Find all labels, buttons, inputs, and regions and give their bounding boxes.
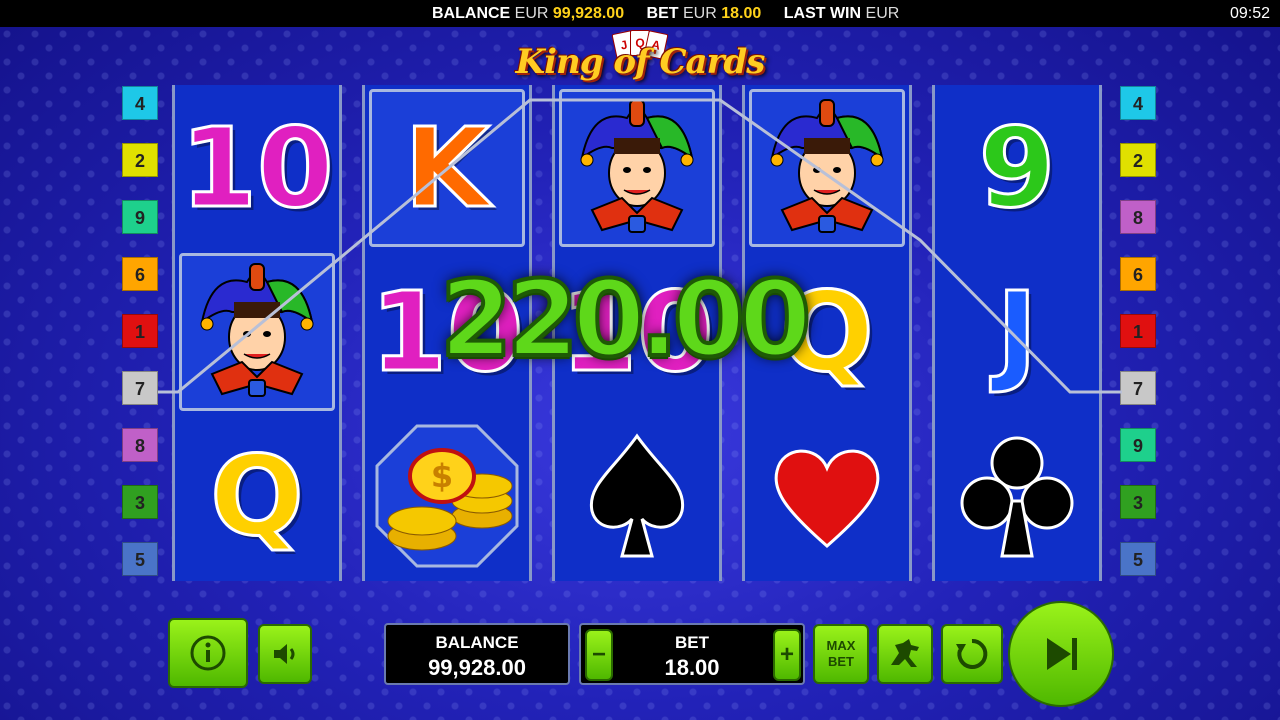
- payline-indicator-right[interactable]: 3: [1120, 485, 1156, 519]
- bet-panel-label: BET: [675, 633, 709, 652]
- reel-5: 9J: [932, 85, 1102, 581]
- logo-text: King of Cards: [515, 42, 766, 82]
- balance-panel: BALANCE 99,928.00: [384, 623, 570, 685]
- status-bar: BALANCE EUR 99,928.00 BET EUR 18.00 LAST…: [0, 0, 1280, 27]
- bet-decrease-button[interactable]: −: [585, 629, 613, 681]
- reel-symbol: $: [369, 417, 525, 575]
- payline-indicator-left[interactable]: 5: [122, 542, 158, 576]
- reel-symbol: [179, 253, 335, 411]
- bet-label: BET: [646, 5, 679, 22]
- info-icon: [190, 635, 226, 671]
- bet-currency: EUR: [683, 5, 717, 22]
- joker-icon: [200, 263, 314, 397]
- payline-indicator-right[interactable]: 7: [1120, 371, 1156, 405]
- payline-indicator-right[interactable]: 4: [1120, 86, 1156, 120]
- reel-symbol: K: [369, 89, 525, 247]
- topbar-last-win: LAST WIN EUR: [784, 5, 900, 22]
- card-rank-10: 10: [179, 104, 335, 232]
- max-bet-button[interactable]: MAX BET: [813, 624, 869, 684]
- bet-panel: − BET 18.00 +: [579, 623, 805, 685]
- spin-button[interactable]: [1008, 601, 1114, 707]
- reel-symbol: [559, 89, 715, 247]
- gamble-button[interactable]: [877, 624, 933, 684]
- payline-indicator-left[interactable]: 7: [122, 371, 158, 405]
- heart-icon: [774, 449, 880, 548]
- balance-label: BALANCE: [432, 5, 511, 22]
- gold-coins-icon: $: [375, 424, 519, 568]
- payline-indicator-right[interactable]: 8: [1120, 200, 1156, 234]
- balance-panel-value: 99,928.00: [428, 655, 526, 680]
- payline-indicator-right[interactable]: 1: [1120, 314, 1156, 348]
- reel-symbol: J: [939, 253, 1095, 411]
- last-win-currency: EUR: [865, 5, 900, 22]
- reel-symbol: Q: [179, 417, 335, 575]
- club-icon: [960, 436, 1074, 558]
- reel-symbol: [749, 89, 905, 247]
- card-rank-J: J: [995, 268, 1039, 396]
- clock: 09:52: [1229, 5, 1270, 22]
- payline-indicator-left[interactable]: 9: [122, 200, 158, 234]
- balance-value: 99,928.00: [552, 5, 625, 22]
- spade-icon: [589, 433, 685, 558]
- payline-indicator-left[interactable]: 2: [122, 143, 158, 177]
- last-win-label: LAST WIN: [783, 5, 862, 22]
- reel-symbol: [559, 417, 715, 575]
- reel-1: 10 Q: [172, 85, 342, 581]
- payline-indicator-left[interactable]: 6: [122, 257, 158, 291]
- horse-icon: [891, 639, 919, 667]
- card-rank-Q: Q: [209, 432, 306, 560]
- reel-symbol: 9: [939, 89, 1095, 247]
- reel-symbol: [749, 417, 905, 575]
- speaker-icon: [274, 644, 295, 664]
- balance-currency: EUR: [514, 5, 549, 22]
- svg-text:$: $: [431, 457, 453, 495]
- payline-indicator-left[interactable]: 8: [122, 428, 158, 462]
- play-icon: [1047, 638, 1077, 670]
- payline-indicator-left[interactable]: 4: [122, 86, 158, 120]
- payline-indicator-right[interactable]: 9: [1120, 428, 1156, 462]
- reel-symbol: [939, 417, 1095, 575]
- topbar-balance: BALANCE EUR 99,928.00: [432, 5, 629, 22]
- bet-increase-button[interactable]: +: [773, 629, 801, 681]
- card-rank-9: 9: [977, 104, 1057, 232]
- reel-symbol: 10: [179, 89, 335, 247]
- payline-indicator-right[interactable]: 2: [1120, 143, 1156, 177]
- card-rank-K: K: [403, 104, 491, 232]
- payline-indicator-left[interactable]: 1: [122, 314, 158, 348]
- sound-button[interactable]: [258, 624, 312, 684]
- topbar-bet: BET EUR 18.00: [647, 5, 766, 22]
- bet-value: 18.00: [721, 5, 762, 22]
- payline-indicator-right[interactable]: 6: [1120, 257, 1156, 291]
- info-button[interactable]: [168, 618, 248, 688]
- payline-indicator-right[interactable]: 5: [1120, 542, 1156, 576]
- bet-panel-value: 18.00: [664, 655, 720, 680]
- balance-panel-label: BALANCE: [435, 633, 519, 652]
- win-amount: 220.00: [438, 256, 813, 382]
- joker-icon: [580, 99, 694, 233]
- payline-indicator-left[interactable]: 3: [122, 485, 158, 519]
- autoplay-button[interactable]: [941, 624, 1003, 684]
- joker-icon: [770, 99, 884, 233]
- game-logo: J Q A King of Cards: [510, 30, 770, 82]
- autoplay-icon: [956, 638, 988, 669]
